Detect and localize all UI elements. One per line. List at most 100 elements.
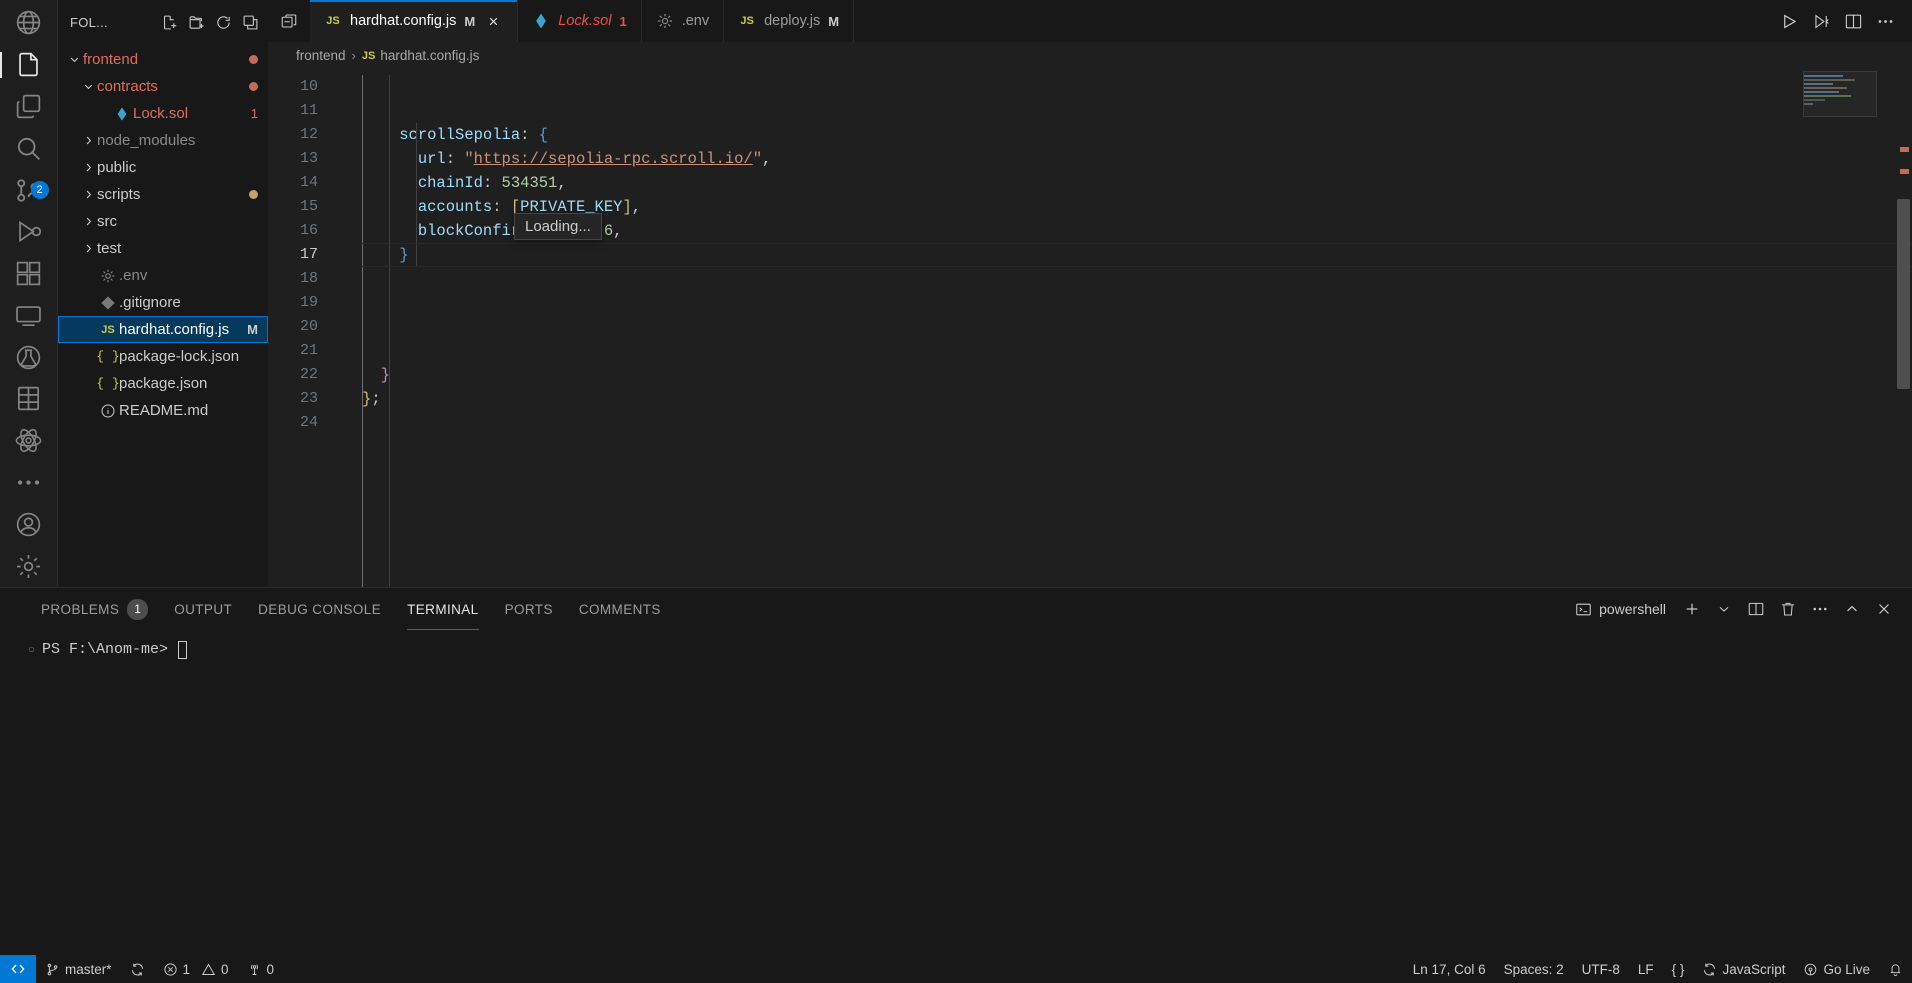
split-editor-right-button[interactable] bbox=[1838, 6, 1868, 36]
testing-beaker-icon[interactable] bbox=[0, 336, 58, 378]
chevron-right-icon[interactable] bbox=[80, 242, 97, 255]
chevron-right-icon[interactable] bbox=[80, 215, 97, 228]
tree-item-test[interactable]: test bbox=[58, 235, 268, 262]
problems-status[interactable]: 1 0 bbox=[154, 955, 238, 983]
prettier-status[interactable]: { } bbox=[1663, 955, 1694, 983]
go-live-status[interactable]: Go Live bbox=[1794, 955, 1879, 983]
notifications-bell-icon[interactable] bbox=[1879, 955, 1912, 983]
code-line[interactable] bbox=[362, 339, 1912, 363]
code-line[interactable] bbox=[362, 411, 1912, 435]
panel-tab-debug-console[interactable]: DEBUG CONSOLE bbox=[245, 588, 394, 630]
tree-item--env[interactable]: .env bbox=[58, 262, 268, 289]
explorer-icon[interactable] bbox=[0, 44, 58, 86]
editor-more-actions-button[interactable] bbox=[1870, 6, 1900, 36]
tree-item--gitignore[interactable]: .gitignore bbox=[58, 289, 268, 316]
code-line[interactable] bbox=[362, 291, 1912, 315]
maximize-panel-chevron-up-icon[interactable] bbox=[1838, 595, 1866, 623]
tree-item-readme-md[interactable]: README.md bbox=[58, 397, 268, 424]
extensions-icon[interactable] bbox=[0, 253, 58, 295]
editor-tab-lock-sol[interactable]: Lock.sol 1 bbox=[518, 0, 642, 42]
remote-window-indicator[interactable] bbox=[0, 955, 36, 983]
editor-vertical-scrollbar[interactable] bbox=[1895, 69, 1912, 587]
panel-tab-terminal[interactable]: TERMINAL bbox=[394, 588, 491, 630]
tree-item-src[interactable]: src bbox=[58, 208, 268, 235]
source-control-icon[interactable]: 2 bbox=[0, 169, 58, 211]
minimap[interactable] bbox=[1803, 69, 1895, 587]
tree-item-package-json[interactable]: { } package.json bbox=[58, 370, 268, 397]
more-views-ellipsis-icon[interactable] bbox=[0, 462, 58, 504]
search-icon[interactable] bbox=[0, 127, 58, 169]
remote-explorer-icon[interactable] bbox=[0, 294, 58, 336]
encoding-status[interactable]: UTF-8 bbox=[1573, 955, 1629, 983]
minimap-slider[interactable] bbox=[1803, 71, 1877, 117]
code-line[interactable] bbox=[362, 75, 1912, 99]
language-mode-status[interactable]: JavaScript bbox=[1693, 955, 1794, 983]
close-panel-button[interactable] bbox=[1870, 595, 1898, 623]
ports-status[interactable]: 0 bbox=[238, 955, 284, 983]
folding-column[interactable] bbox=[328, 69, 362, 587]
indentation-status[interactable]: Spaces: 2 bbox=[1495, 955, 1573, 983]
close-icon[interactable] bbox=[483, 11, 503, 31]
new-folder-button[interactable] bbox=[184, 10, 208, 34]
terminal-body[interactable]: ○ PS F:\Anom-me> bbox=[0, 630, 1912, 955]
run-button[interactable] bbox=[1774, 6, 1804, 36]
chevron-down-icon[interactable] bbox=[80, 80, 97, 93]
tree-item-public[interactable]: public bbox=[58, 154, 268, 181]
panel-tab-ports[interactable]: PORTS bbox=[492, 588, 566, 630]
tree-item-scripts[interactable]: scripts bbox=[58, 181, 268, 208]
panel-tabs: PROBLEMS 1 OUTPUT DEBUG CONSOLE TERMINAL PORT… bbox=[28, 588, 674, 630]
run-and-debug-split-icon[interactable] bbox=[1806, 6, 1836, 36]
accounts-icon[interactable] bbox=[0, 503, 58, 545]
code-editor[interactable]: 10 11 12 13 14 15 16 17 18 19 20 21 22 23 24 scrollSep… bbox=[268, 69, 1912, 587]
tree-item-node-modules[interactable]: node_modules bbox=[58, 127, 268, 154]
run-and-debug-icon[interactable] bbox=[0, 211, 58, 253]
breadcrumb-item-folder[interactable]: frontend bbox=[296, 48, 346, 63]
panel-tab-comments[interactable]: COMMENTS bbox=[566, 588, 674, 630]
tree-item-frontend[interactable]: frontend bbox=[58, 46, 268, 73]
code-line[interactable] bbox=[362, 267, 1912, 291]
code-line[interactable]: }; bbox=[362, 387, 1912, 411]
react-atom-icon[interactable] bbox=[0, 420, 58, 462]
new-terminal-button[interactable] bbox=[1678, 595, 1706, 623]
split-terminal-button[interactable] bbox=[1742, 595, 1770, 623]
tree-item-package-lock-json[interactable]: { } package-lock.json bbox=[58, 343, 268, 370]
code-line[interactable]: url: "https://sepolia-rpc.scroll.io/", bbox=[362, 147, 1912, 171]
code-line[interactable] bbox=[362, 99, 1912, 123]
scrollbar-thumb[interactable] bbox=[1897, 199, 1910, 389]
settings-gear-icon[interactable] bbox=[0, 545, 58, 587]
code-line[interactable]: chainId: 534351, bbox=[362, 171, 1912, 195]
code-token: accounts bbox=[417, 198, 493, 216]
git-branch-status[interactable]: master* bbox=[36, 955, 121, 983]
terminal-more-actions-button[interactable] bbox=[1806, 595, 1834, 623]
extension-marketplace-globe-icon[interactable] bbox=[0, 2, 58, 44]
code-line[interactable]: } bbox=[362, 363, 1912, 387]
terminal-profile-dropdown-chevron-down-icon[interactable] bbox=[1710, 595, 1738, 623]
panel-tab-output[interactable]: OUTPUT bbox=[161, 588, 245, 630]
terminal-shell-selector[interactable]: powershell bbox=[1575, 601, 1674, 618]
editor-tab--env[interactable]: .env bbox=[641, 0, 725, 42]
tree-item-lock-sol[interactable]: Lock.sol 1 bbox=[58, 100, 268, 127]
breadcrumb-item-file[interactable]: JS hardhat.config.js bbox=[362, 48, 480, 63]
chevron-down-icon[interactable] bbox=[66, 53, 83, 66]
code-line[interactable] bbox=[362, 315, 1912, 339]
editor-position-status[interactable]: Ln 17, Col 6 bbox=[1404, 955, 1495, 983]
code-content[interactable]: scrollSepolia: { url: "https://sepolia-r… bbox=[362, 69, 1912, 587]
kill-terminal-trash-icon[interactable] bbox=[1774, 595, 1802, 623]
chevron-right-icon[interactable] bbox=[80, 188, 97, 201]
sync-changes-button[interactable] bbox=[121, 955, 154, 983]
chevron-right-icon[interactable] bbox=[80, 134, 97, 147]
open-editors-icon[interactable] bbox=[268, 0, 310, 42]
refresh-explorer-button[interactable] bbox=[211, 10, 235, 34]
tree-item-contracts[interactable]: contracts bbox=[58, 73, 268, 100]
editor-tab-deploy-js[interactable]: JS deploy.js M bbox=[724, 0, 855, 42]
source-control-graph-icon[interactable] bbox=[0, 86, 58, 128]
chevron-right-icon[interactable] bbox=[80, 161, 97, 174]
panel-tab-problems[interactable]: PROBLEMS 1 bbox=[28, 588, 161, 630]
figma-icon[interactable] bbox=[0, 378, 58, 420]
tree-item-hardhat-config-js[interactable]: JS hardhat.config.js M bbox=[58, 316, 268, 343]
code-line[interactable]: scrollSepolia: { bbox=[362, 123, 1912, 147]
new-file-button[interactable] bbox=[157, 10, 181, 34]
editor-tab-hardhat-config-js[interactable]: JS hardhat.config.js M bbox=[310, 0, 519, 42]
collapse-folders-button[interactable] bbox=[238, 10, 262, 34]
eol-status[interactable]: LF bbox=[1629, 955, 1663, 983]
